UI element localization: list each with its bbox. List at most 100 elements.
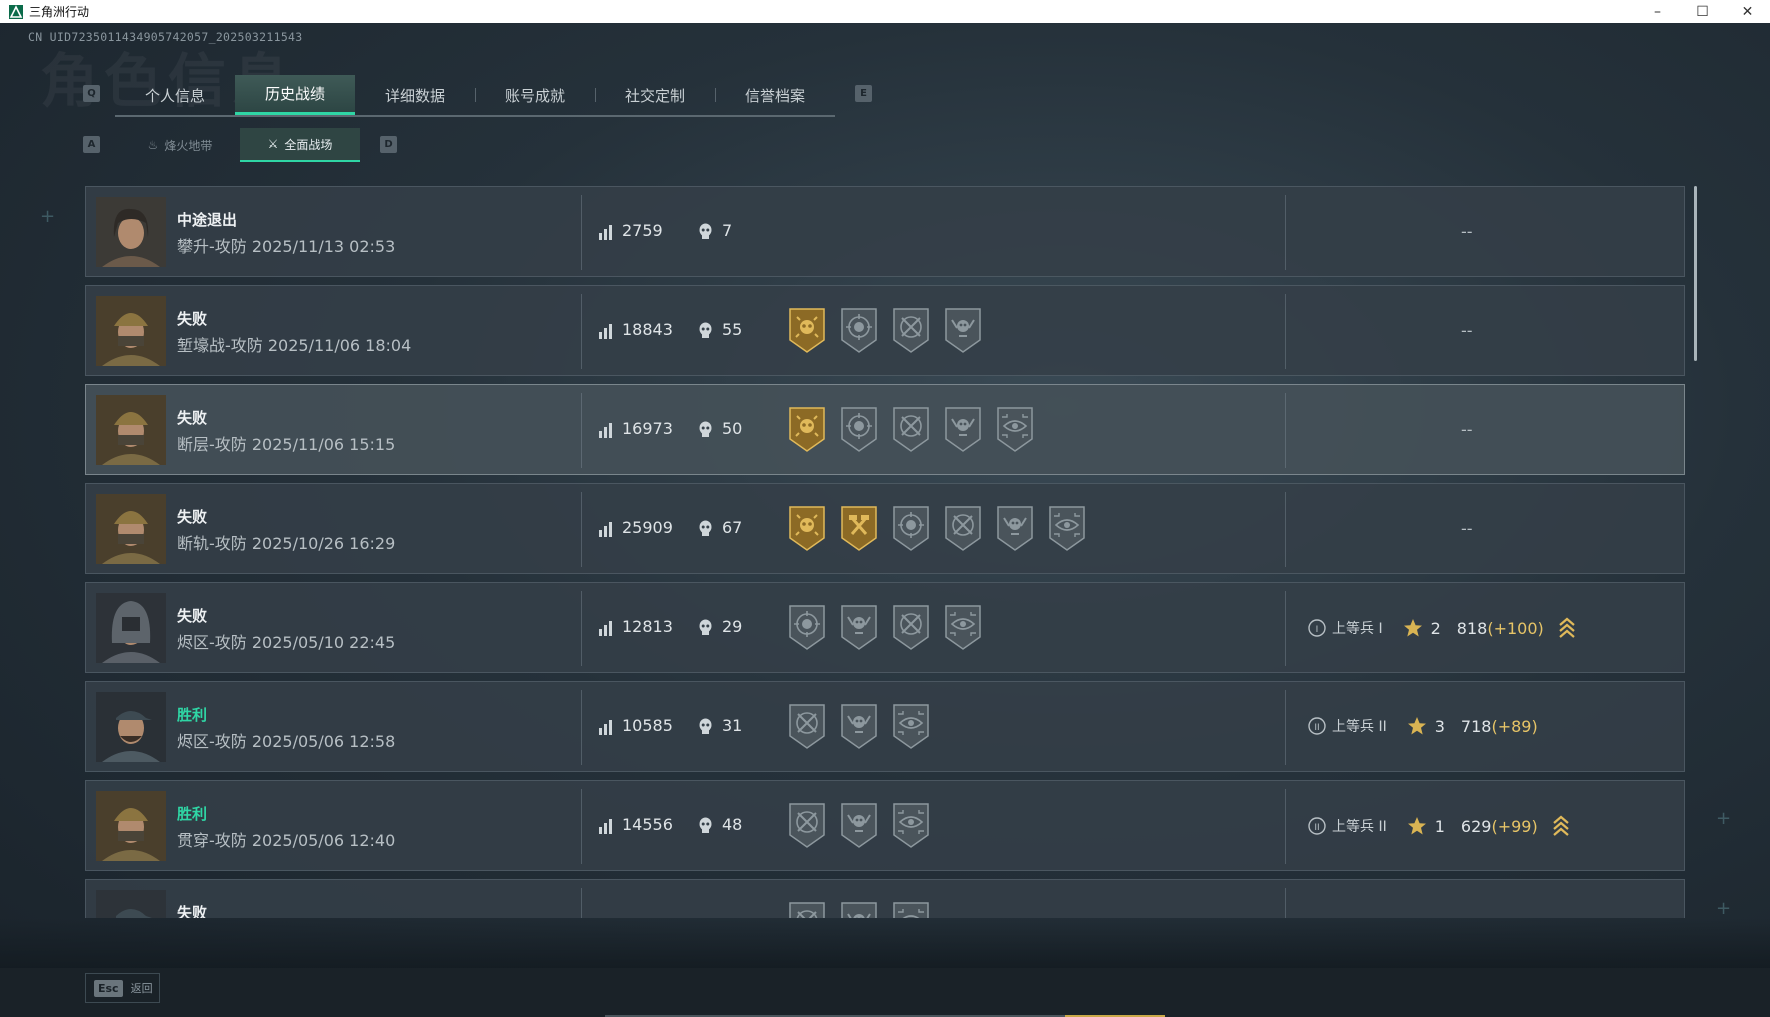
score-bars-icon <box>599 819 612 834</box>
eye-scope-medal-icon[interactable] <box>890 702 932 750</box>
row-divider <box>581 888 582 918</box>
match-row[interactable]: 失败 断层-攻防 2025/11/06 15:15 16973 50 -- <box>85 384 1685 475</box>
target-skull-medal-icon[interactable] <box>890 504 932 552</box>
skull-kills-icon <box>699 520 712 536</box>
operator-avatar <box>96 890 166 918</box>
match-result: 失败 <box>177 904 208 918</box>
match-row[interactable]: 胜利 贯穿-攻防 2025/05/06 12:40 14556 48 II 上等兵 II 1… <box>85 780 1685 871</box>
match-row[interactable]: 失败 <box>85 879 1685 918</box>
winged-skull-medal-icon[interactable] <box>838 603 880 651</box>
back-label: 返回 <box>130 982 153 995</box>
crossed-guns-medal-icon[interactable] <box>942 504 984 552</box>
crossed-guns-medal-icon[interactable] <box>786 900 828 918</box>
score-bars-icon <box>599 225 612 240</box>
gold-skull-medal-icon[interactable] <box>786 405 828 453</box>
winged-skull-medal-icon[interactable] <box>838 801 880 849</box>
match-result: 失败 <box>177 607 208 625</box>
crosshair-decoration: + <box>40 206 56 227</box>
rank-up-chevron-icon <box>1552 815 1569 836</box>
match-map-time: 贯穿-攻防 2025/05/06 12:40 <box>177 831 396 850</box>
crosshair-decoration: + <box>1716 808 1732 829</box>
back-button[interactable]: Esc 返回 <box>85 973 160 1003</box>
crossed-guns-medal-icon[interactable] <box>786 801 828 849</box>
list-scrollbar[interactable] <box>1694 186 1697 361</box>
match-map-time: 烬区-攻防 2025/05/10 22:45 <box>177 633 396 652</box>
winged-skull-medal-icon[interactable] <box>838 702 880 750</box>
medal-list <box>786 405 1036 453</box>
rank-tier-icon: I <box>1308 619 1326 637</box>
uid-label: CN UID7235011434905742057_202503211543 <box>28 30 303 44</box>
app-logo-icon <box>9 4 23 19</box>
skull-kills-icon <box>699 817 712 833</box>
gold-skull-medal-icon[interactable] <box>786 306 828 354</box>
row-divider <box>1285 888 1286 918</box>
tab-account-achievements[interactable]: 账号成就 <box>475 75 595 115</box>
tab-detailed-data[interactable]: 详细数据 <box>355 75 475 115</box>
match-kills: 7 <box>722 221 733 240</box>
close-button[interactable]: ✕ <box>1725 0 1770 23</box>
prev-subtab-key[interactable]: A <box>83 136 100 153</box>
row-divider <box>1285 492 1286 567</box>
winged-skull-medal-icon[interactable] <box>994 504 1036 552</box>
tab-social-custom[interactable]: 社交定制 <box>595 75 715 115</box>
tab-personal-info[interactable]: 个人信息 <box>115 75 235 115</box>
tab-match-history[interactable]: 历史战绩 <box>235 75 355 115</box>
match-row[interactable]: 失败 堑壕战-攻防 2025/11/06 18:04 18843 55 -- <box>85 285 1685 376</box>
maximize-button[interactable]: ☐ <box>1680 0 1725 23</box>
winged-skull-medal-icon[interactable] <box>838 900 880 918</box>
eye-scope-medal-icon[interactable] <box>890 900 932 918</box>
score-bars-icon <box>599 423 612 438</box>
rank-title: 上等兵 I <box>1332 621 1383 637</box>
svg-text:I: I <box>1316 625 1319 635</box>
match-result: 胜利 <box>177 805 208 823</box>
eye-scope-medal-icon[interactable] <box>1046 504 1088 552</box>
next-subtab-key[interactable]: D <box>380 136 397 153</box>
crossed-guns-medal-icon[interactable] <box>890 405 932 453</box>
rank-placeholder: -- <box>1461 420 1473 439</box>
rank-info: I 上等兵 I 2 818(+100) <box>1308 617 1576 639</box>
match-result: 胜利 <box>177 706 208 724</box>
match-score: 25909 <box>622 518 673 537</box>
skull-kills-icon <box>699 619 712 635</box>
operator-avatar <box>96 197 166 267</box>
eye-scope-medal-icon[interactable] <box>942 603 984 651</box>
svg-text:II: II <box>1314 723 1319 733</box>
score-bars-icon <box>599 522 612 537</box>
match-map-time: 断层-攻防 2025/11/06 15:15 <box>177 435 396 454</box>
eye-scope-medal-icon[interactable] <box>890 801 932 849</box>
target-skull-medal-icon[interactable] <box>838 306 880 354</box>
row-divider <box>1285 789 1286 864</box>
crossed-guns-medal-icon[interactable] <box>890 603 932 651</box>
match-score: 18843 <box>622 320 673 339</box>
target-skull-medal-icon[interactable] <box>838 405 880 453</box>
row-divider <box>581 591 582 666</box>
next-tab-key[interactable]: E <box>855 85 872 102</box>
eye-scope-medal-icon[interactable] <box>994 405 1036 453</box>
winged-skull-medal-icon[interactable] <box>942 306 984 354</box>
operator-avatar <box>96 593 166 663</box>
star-icon <box>1403 619 1422 637</box>
score-bars-icon <box>599 720 612 735</box>
score-bars-icon <box>599 324 612 339</box>
target-skull-medal-icon[interactable] <box>786 603 828 651</box>
crossed-guns-medal-icon[interactable] <box>786 702 828 750</box>
match-row[interactable]: 胜利 烬区-攻防 2025/05/06 12:58 10585 31 II 上等兵 II 3… <box>85 681 1685 772</box>
esc-key: Esc <box>94 979 123 997</box>
subtab-flame-zone[interactable]: ♨ 烽火地带 <box>120 128 240 162</box>
match-map-time: 攀升-攻防 2025/11/13 02:53 <box>177 237 396 256</box>
tab-credit-record[interactable]: 信誉档案 <box>715 75 835 115</box>
rank-points: 629(+99) <box>1460 816 1538 836</box>
match-row[interactable]: 中途退出 攀升-攻防 2025/11/13 02:53 2759 7 -- <box>85 186 1685 277</box>
subtab-full-battlefield[interactable]: ⚔ 全面战场 <box>240 128 360 162</box>
gold-skull-medal-icon[interactable] <box>786 504 828 552</box>
match-row[interactable]: 失败 断轨-攻防 2025/10/26 16:29 25909 67 -- <box>85 483 1685 574</box>
crossed-guns-medal-icon[interactable] <box>890 306 932 354</box>
gold-hammer-medal-icon[interactable] <box>838 504 880 552</box>
prev-tab-key[interactable]: Q <box>83 85 100 102</box>
match-row[interactable]: 失败 烬区-攻防 2025/05/10 22:45 12813 29 I 上等兵 I 2 81… <box>85 582 1685 673</box>
match-score: 10585 <box>622 716 673 735</box>
winged-skull-medal-icon[interactable] <box>942 405 984 453</box>
match-result: 中途退出 <box>177 211 238 229</box>
minimize-button[interactable]: – <box>1635 0 1680 23</box>
match-map-time: 堑壕战-攻防 2025/11/06 18:04 <box>177 336 412 355</box>
